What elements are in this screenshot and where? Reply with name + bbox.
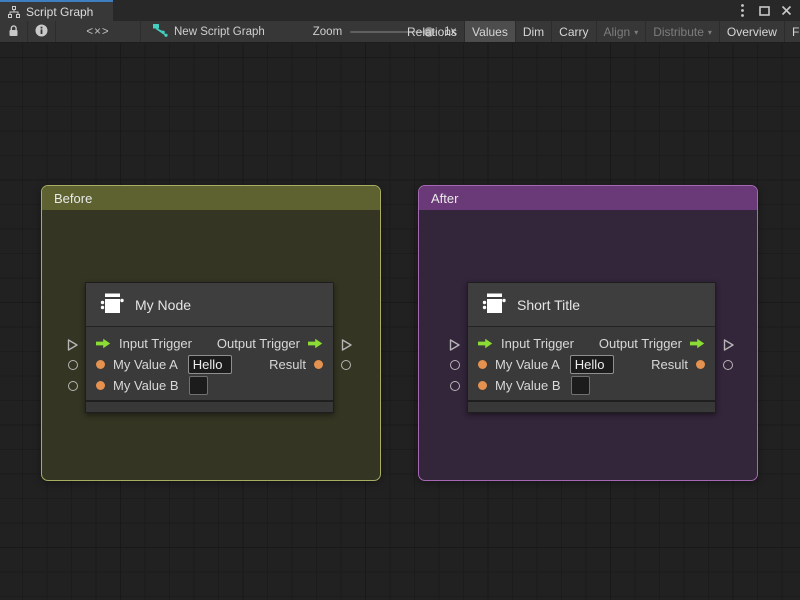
relations-button[interactable]: Relations: [400, 21, 466, 42]
dim-label: Dim: [522, 25, 545, 39]
input-trigger-port-icon[interactable]: [478, 338, 493, 349]
unit-icon: [480, 290, 507, 320]
external-output-trigger-port[interactable]: [722, 338, 735, 352]
node-my-node[interactable]: My Node Input Trigger Output Trigger My …: [67, 282, 352, 413]
external-value-a-port[interactable]: [68, 360, 78, 370]
external-result-port[interactable]: [341, 360, 351, 370]
chevron-down-icon: ▾: [634, 27, 639, 37]
input-trigger-port-icon[interactable]: [96, 338, 111, 349]
value-b-port-icon[interactable]: [96, 381, 105, 390]
info-button[interactable]: [28, 21, 56, 42]
result-label: Result: [651, 357, 688, 372]
port-row-value-a: My Value A Result: [468, 354, 715, 375]
code-view-label: <×>: [86, 25, 110, 38]
port-row-value-b: My Value B: [468, 375, 715, 396]
value-b-port-icon[interactable]: [478, 381, 487, 390]
value-a-port-icon[interactable]: [96, 360, 105, 369]
window-controls: [734, 0, 800, 21]
value-a-input[interactable]: [569, 355, 614, 374]
info-icon: [35, 24, 48, 40]
carry-label: Carry: [559, 25, 589, 39]
external-output-trigger-port[interactable]: [340, 338, 353, 352]
align-label: Align: [603, 25, 631, 39]
value-b-label: My Value B: [495, 378, 561, 393]
output-trigger-port-icon[interactable]: [690, 338, 705, 349]
external-value-b-port[interactable]: [68, 381, 78, 391]
align-button[interactable]: Align ▾: [597, 21, 647, 42]
node-short-title-body: Input Trigger Output Trigger My Value A: [468, 327, 715, 400]
graph-name-label: New Script Graph: [174, 25, 265, 38]
value-b-label: My Value B: [113, 378, 179, 393]
distribute-button[interactable]: Distribute ▾: [646, 21, 720, 42]
value-b-input[interactable]: [188, 376, 208, 395]
toolbar-right-buttons: Relations Values Dim Carry Align ▾ Distr…: [400, 21, 800, 42]
script-graph-window: Script Graph <×> New Script Graph Zoom 1…: [0, 0, 800, 600]
dim-button[interactable]: Dim: [516, 21, 553, 42]
relations-label: Relations: [407, 25, 458, 39]
overview-button[interactable]: Overview: [720, 21, 785, 42]
output-trigger-label: Output Trigger: [216, 336, 300, 351]
titlebar: Script Graph: [0, 0, 800, 21]
maximize-icon[interactable]: [756, 3, 772, 19]
result-label: Result: [269, 357, 306, 372]
node-my-node-header[interactable]: My Node: [86, 283, 333, 327]
result-port-icon[interactable]: [314, 360, 323, 369]
port-row-triggers: Input Trigger Output Trigger: [86, 333, 333, 354]
group-after-header[interactable]: After: [419, 186, 757, 210]
value-a-label: My Value A: [113, 357, 178, 372]
tab-script-graph[interactable]: Script Graph: [0, 0, 113, 21]
node-title: Short Title: [517, 296, 581, 313]
zoom-label: Zoom: [312, 25, 343, 38]
lock-button[interactable]: [0, 21, 28, 42]
group-before-title: Before: [54, 190, 93, 206]
carry-button[interactable]: Carry: [552, 21, 597, 42]
value-b-input[interactable]: [570, 376, 590, 395]
node-title: My Node: [135, 296, 192, 313]
values-button[interactable]: Values: [465, 21, 516, 42]
overview-label: Overview: [726, 25, 777, 39]
node-short-title-header[interactable]: Short Title: [468, 283, 715, 327]
value-a-input[interactable]: [187, 355, 232, 374]
script-graph-asset-icon: [153, 23, 168, 40]
port-row-triggers: Input Trigger Output Trigger: [468, 333, 715, 354]
value-a-label: My Value A: [495, 357, 560, 372]
value-a-port-icon[interactable]: [478, 360, 487, 369]
kebab-menu-icon[interactable]: [734, 3, 750, 19]
group-after-title: After: [431, 190, 459, 206]
node-my-node-body: Input Trigger Output Trigger My Value A: [86, 327, 333, 400]
external-result-port[interactable]: [723, 360, 733, 370]
result-port-icon[interactable]: [696, 360, 705, 369]
external-value-b-port[interactable]: [450, 381, 460, 391]
output-trigger-label: Output Trigger: [598, 336, 682, 351]
full-screen-label: Full Screen: [791, 25, 800, 39]
output-trigger-port-icon[interactable]: [308, 338, 323, 349]
input-trigger-label: Input Trigger: [501, 336, 574, 351]
distribute-label: Distribute: [653, 25, 704, 39]
group-before-header[interactable]: Before: [42, 186, 380, 210]
port-row-value-b: My Value B: [86, 375, 333, 396]
graph-toolbar: <×> New Script Graph Zoom 1x Relations V…: [0, 21, 800, 43]
graph-canvas[interactable]: Before After My Node Input Trigger Outpu…: [0, 43, 800, 600]
unit-icon: [98, 290, 125, 320]
node-footer: [86, 400, 333, 412]
graph-hierarchy-icon: [8, 5, 20, 18]
close-icon[interactable]: [778, 3, 794, 19]
tab-label: Script Graph: [26, 4, 94, 19]
external-value-a-port[interactable]: [450, 360, 460, 370]
graph-name: New Script Graph: [141, 21, 277, 42]
lock-icon: [7, 24, 20, 40]
values-label: Values: [472, 25, 508, 39]
node-footer: [468, 400, 715, 412]
external-input-trigger-port[interactable]: [66, 338, 79, 352]
full-screen-button[interactable]: Full Screen: [785, 21, 800, 42]
external-input-trigger-port[interactable]: [448, 338, 461, 352]
port-row-value-a: My Value A Result: [86, 354, 333, 375]
input-trigger-label: Input Trigger: [119, 336, 192, 351]
node-short-title[interactable]: Short Title Input Trigger Output Trigger: [449, 282, 734, 413]
chevron-down-icon: ▾: [707, 27, 712, 37]
code-view-button[interactable]: <×>: [56, 21, 141, 42]
